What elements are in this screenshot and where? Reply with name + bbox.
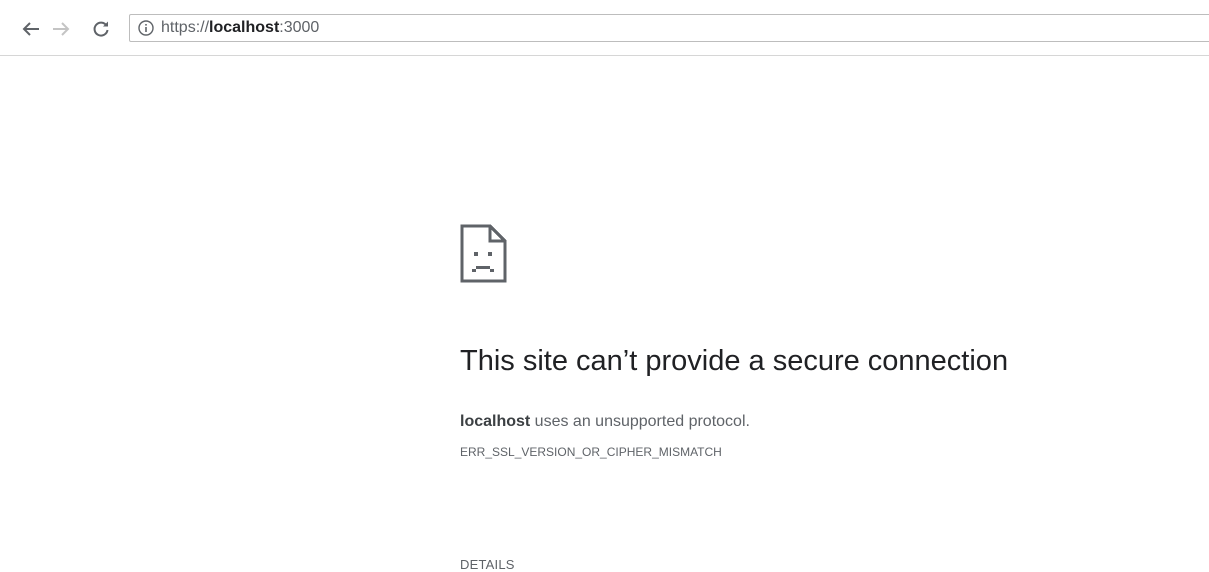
summary-host: localhost: [460, 413, 531, 430]
summary-text: uses an unsupported protocol.: [530, 413, 750, 430]
sad-page-icon: [460, 224, 508, 284]
details-button[interactable]: DETAILS: [460, 557, 515, 572]
error-summary: localhost uses an unsupported protocol.: [460, 413, 750, 431]
back-arrow-icon[interactable]: [20, 18, 42, 40]
url-text: https://localhost:3000: [161, 19, 319, 37]
forward-arrow-icon[interactable]: [50, 18, 72, 40]
error-code: ERR_SSL_VERSION_OR_CIPHER_MISMATCH: [460, 445, 722, 459]
reload-icon[interactable]: [90, 18, 112, 40]
address-bar[interactable]: https://localhost:3000: [129, 14, 1209, 42]
browser-toolbar: https://localhost:3000: [0, 0, 1209, 56]
error-headline: This site can’t provide a secure connect…: [460, 345, 1009, 377]
info-icon[interactable]: [138, 20, 154, 36]
url-scheme: https://: [161, 19, 210, 36]
url-port: :3000: [279, 19, 320, 36]
url-host: localhost: [209, 19, 280, 36]
